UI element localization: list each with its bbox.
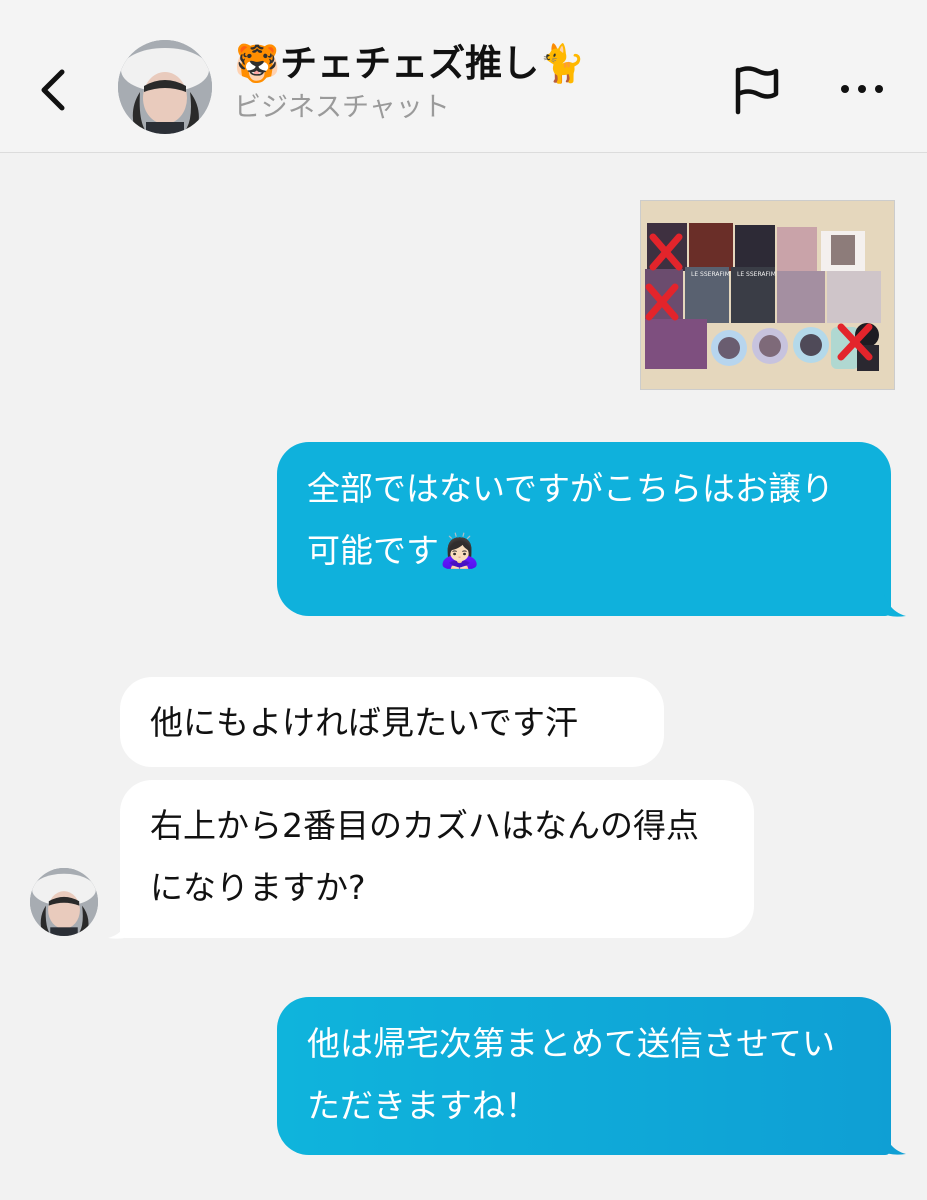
message-text: 他は帰宅次第まとめて送信させていただきますね！ bbox=[307, 1024, 835, 1125]
goods-photo: LE SSERAFIM LE SSERAFIM bbox=[641, 201, 894, 389]
bubble-tail bbox=[884, 1132, 906, 1155]
message-text: 他にもよければ見たいです汗 bbox=[150, 703, 579, 742]
back-button[interactable] bbox=[28, 60, 78, 120]
photo-logo-2: LE SSERAFIM bbox=[737, 271, 776, 278]
flag-icon bbox=[735, 66, 779, 115]
more-options-button[interactable] bbox=[832, 66, 892, 112]
photo-message[interactable]: LE SSERAFIM LE SSERAFIM bbox=[640, 200, 895, 390]
incoming-message[interactable]: 他にもよければ見たいです汗 bbox=[120, 677, 664, 767]
avatar-image bbox=[30, 868, 98, 936]
avatar[interactable] bbox=[118, 40, 212, 134]
more-dots-icon bbox=[841, 85, 883, 93]
report-flag-button[interactable] bbox=[728, 62, 784, 118]
message-text: 右上から2番目のカズハはなんの得点になりますか? bbox=[150, 806, 699, 907]
avatar-image bbox=[118, 40, 212, 134]
outgoing-message[interactable]: 全部ではないですがこちらはお譲り可能です🙇🏻‍♀️ bbox=[277, 442, 891, 616]
sender-avatar[interactable] bbox=[30, 868, 98, 936]
bubble-tail bbox=[108, 916, 130, 939]
message-text: 全部ではないですがこちらはお譲り可能です🙇🏻‍♀️ bbox=[307, 469, 835, 570]
incoming-message[interactable]: 右上から2番目のカズハはなんの得点になりますか? bbox=[120, 780, 754, 938]
chevron-left-icon bbox=[41, 69, 65, 111]
chat-subtitle: ビジネスチャット bbox=[234, 92, 450, 123]
outgoing-message[interactable]: 他は帰宅次第まとめて送信させていただきますね！ bbox=[277, 997, 891, 1155]
chat-header: 🐯チェチェズ推し🐈 ビジネスチャット bbox=[0, 0, 927, 153]
bubble-tail bbox=[884, 594, 906, 617]
photo-logo-1: LE SSERAFIM bbox=[691, 271, 730, 278]
chat-title: 🐯チェチェズ推し🐈 bbox=[234, 42, 586, 85]
